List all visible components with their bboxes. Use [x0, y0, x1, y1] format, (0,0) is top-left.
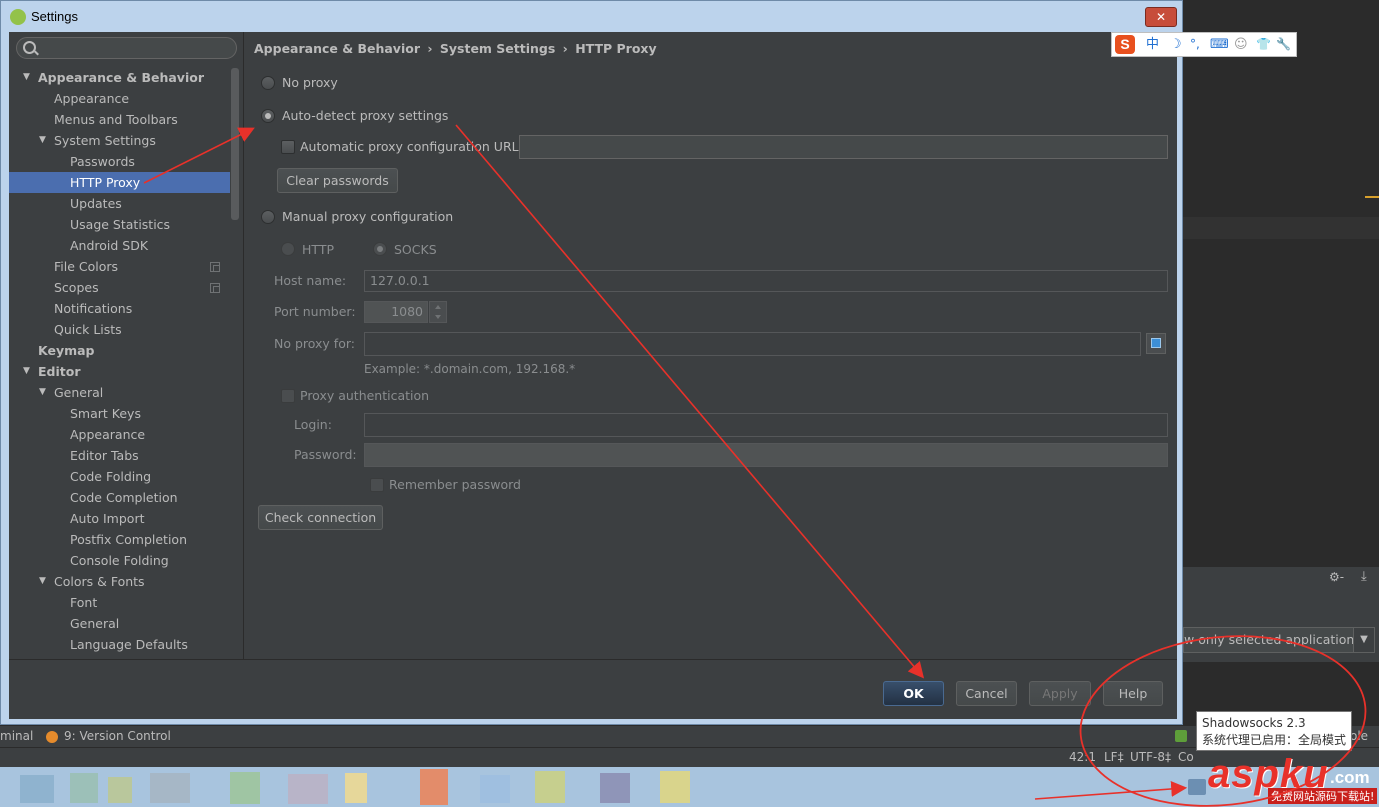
annotation-arrow	[455, 124, 925, 679]
annotation-overlay	[143, 124, 1367, 807]
annotation-arrow	[1034, 780, 1188, 800]
annotation-circle	[1079, 635, 1367, 807]
annotation-arrow	[143, 127, 255, 184]
